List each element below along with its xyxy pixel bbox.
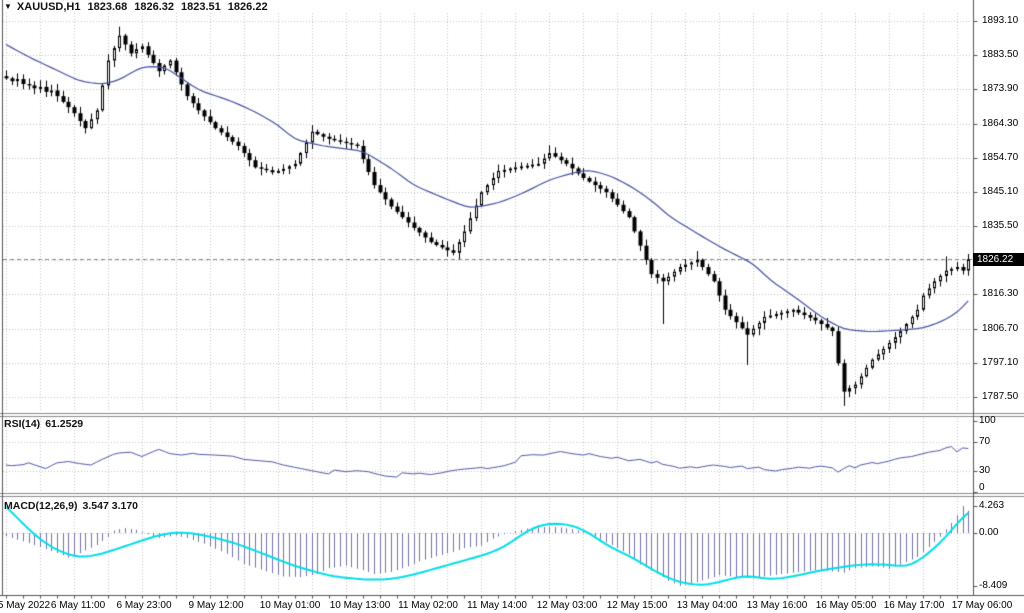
chart-title: ▼ XAUUSD,H1 1823.68 1826.32 1823.51 1826.22 (4, 1, 268, 13)
time-tick-label: 16 May 17:00 (884, 600, 945, 611)
current-price-badge: 1826.22 (973, 253, 1024, 266)
rsi-tick-label: 70 (979, 436, 990, 447)
symbol-dropdown-icon[interactable]: ▼ (4, 2, 12, 11)
ohlc-high: 1826.32 (134, 1, 174, 13)
macd-values: 3.547 3.170 (83, 500, 138, 512)
rsi-indicator-label: RSI(14) 61.2529 (4, 418, 83, 430)
ohlc-close: 1826.22 (228, 1, 268, 13)
price-tick-label: 1864.30 (982, 118, 1018, 129)
ohlc-open: 1823.68 (88, 1, 128, 13)
price-tick-label: 1845.10 (982, 186, 1018, 197)
macd-indicator-label: MACD(12,26,9) 3.547 3.170 (4, 500, 138, 512)
macd-tick-label: 4.263 (979, 500, 1004, 511)
price-tick-label: 1854.70 (982, 152, 1018, 163)
price-tick-label: 1816.30 (982, 288, 1018, 299)
price-tick-label: 1835.50 (982, 220, 1018, 231)
time-tick-label: 9 May 12:00 (188, 600, 243, 611)
time-tick-label: 6 May 23:00 (116, 600, 171, 611)
rsi-tick-label: 100 (979, 415, 996, 426)
time-tick-label: 11 May 14:00 (467, 600, 527, 611)
current-price-value: 1826.22 (977, 254, 1013, 265)
time-tick-label: 16 May 05:00 (816, 600, 877, 611)
macd-name: MACD(12,26,9) (4, 500, 78, 512)
time-tick-label: 12 May 15:00 (607, 600, 668, 611)
rsi-tick-label: 30 (979, 465, 990, 476)
ohlc-low: 1823.51 (181, 1, 221, 13)
time-tick-label: 11 May 02:00 (398, 600, 458, 611)
time-tick-label: 17 May 06:00 (952, 600, 1013, 611)
rsi-tick-label: 0 (979, 482, 985, 493)
rsi-name: RSI(14) (4, 418, 40, 430)
price-tick-label: 1806.70 (982, 323, 1018, 334)
time-tick-label: 13 May 04:00 (677, 600, 738, 611)
price-tick-label: 1797.10 (982, 357, 1018, 368)
chart-canvas[interactable] (0, 0, 1024, 613)
macd-tick-label: -8.409 (979, 580, 1007, 591)
time-tick-label: 5 May 2022 (0, 600, 50, 611)
time-tick-label: 6 May 11:00 (51, 600, 105, 611)
time-tick-label: 10 May 13:00 (330, 600, 391, 611)
price-tick-label: 1893.10 (982, 15, 1018, 26)
chart-symbol-timeframe: XAUUSD,H1 (17, 1, 81, 13)
macd-tick-label: 0.00 (979, 527, 998, 538)
time-tick-label: 10 May 01:00 (260, 600, 321, 611)
time-tick-label: 13 May 16:00 (747, 600, 808, 611)
price-tick-label: 1873.90 (982, 83, 1018, 94)
price-tick-label: 1883.50 (982, 49, 1018, 60)
rsi-value: 61.2529 (45, 418, 83, 430)
mt4-chart-window: ▼ XAUUSD,H1 1823.68 1826.32 1823.51 1826.22 R… (0, 0, 1024, 613)
price-tick-label: 1787.50 (982, 391, 1018, 402)
time-tick-label: 12 May 03:00 (537, 600, 598, 611)
